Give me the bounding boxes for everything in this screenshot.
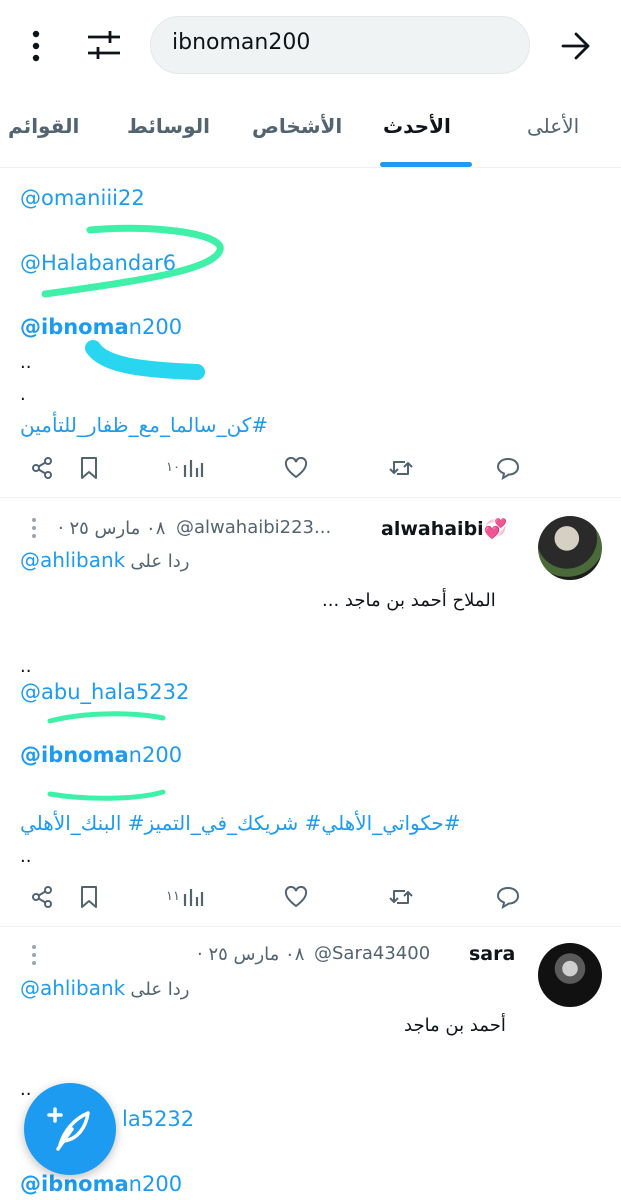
- tweet-separator: [0, 926, 621, 927]
- like-heart-icon[interactable]: [284, 886, 308, 908]
- tweet-dots: ..: [20, 656, 32, 677]
- mention-ibnoman200[interactable]: @ibnoman200: [20, 1172, 182, 1196]
- views-chart-icon[interactable]: [182, 886, 204, 908]
- tweet-dots: ..: [20, 1079, 32, 1100]
- retweet-icon[interactable]: [388, 886, 414, 908]
- display-name[interactable]: alwahaibi💞: [381, 517, 507, 540]
- user-handle[interactable]: @alwahaibi223...: [176, 517, 331, 538]
- tweet-date[interactable]: ٠٨ مارس ٢٥ ·: [197, 944, 304, 965]
- tabs-divider: [0, 167, 621, 168]
- tweet-text: أحمد بن ماجد: [404, 1015, 506, 1036]
- green-scribble-mark: [41, 224, 224, 298]
- user-handle[interactable]: @Sara43400: [314, 943, 430, 964]
- mention-rest-part: n200: [128, 1172, 183, 1196]
- mention-rest-part: n200: [128, 743, 183, 767]
- mention-partially-hidden[interactable]: la5232: [122, 1107, 194, 1131]
- bookmark-icon[interactable]: [79, 885, 99, 909]
- tweet-dot: .: [20, 384, 26, 405]
- tweet-date[interactable]: ٠٨ مارس ٢٥ ·: [58, 518, 165, 539]
- mention-rest-part: n200: [128, 315, 183, 339]
- more-vertical-icon[interactable]: [30, 517, 38, 539]
- reply-to-link[interactable]: @ahlibank: [20, 548, 125, 572]
- reply-context: @ahlibank ردا على: [20, 976, 190, 1000]
- mention-omaniii22[interactable]: @omaniii22: [20, 186, 145, 210]
- tab-top[interactable]: الأعلى: [527, 114, 579, 138]
- reply-to-link[interactable]: @ahlibank: [20, 976, 125, 1000]
- heart-emoji: 💞: [483, 518, 508, 540]
- mention-bold-part: @ibnoma: [20, 743, 129, 767]
- tweet-text: الملاح أحمد بن ماجد ...: [322, 590, 496, 611]
- arrow-right-icon[interactable]: [560, 31, 592, 61]
- hashtag-link[interactable]: #كن_سالما_مع_ظفار_للتأمين: [20, 413, 268, 437]
- reply-prefix: ردا على: [130, 551, 190, 572]
- hashtags-link[interactable]: #حكواتي_الأهلي# شريكك_في_التميز# البنك_ا…: [20, 811, 461, 835]
- more-vertical-icon[interactable]: [30, 944, 38, 966]
- green-underline-mark: [47, 789, 166, 801]
- more-options-icon[interactable]: [22, 28, 50, 64]
- green-underline-mark: [47, 711, 166, 724]
- share-icon[interactable]: [31, 886, 53, 908]
- mention-bold-part: @ibnoma: [20, 1172, 129, 1196]
- mention-abu-hala5232[interactable]: @abu_hala5232: [20, 680, 189, 704]
- tab-media[interactable]: الوسائط: [127, 114, 210, 138]
- retweet-icon[interactable]: [388, 457, 414, 479]
- view-count: ١١: [166, 889, 180, 904]
- cyan-scribble-mark: [85, 340, 205, 380]
- filter-sliders-icon[interactable]: [86, 29, 122, 61]
- bookmark-icon[interactable]: [79, 456, 99, 480]
- views-chart-icon[interactable]: [182, 457, 204, 479]
- reply-bubble-icon[interactable]: [496, 456, 520, 480]
- tab-latest[interactable]: الأحدث: [383, 114, 451, 138]
- compose-tweet-button[interactable]: [24, 1083, 116, 1175]
- view-count: ١٠: [166, 460, 180, 475]
- mention-ibnoman200[interactable]: @ibnoman200: [20, 315, 182, 339]
- mention-ibnoman200[interactable]: @ibnoman200: [20, 743, 182, 767]
- tweet-separator: [0, 497, 621, 498]
- compose-feather-plus-icon: [47, 1107, 90, 1151]
- avatar[interactable]: [538, 943, 602, 1007]
- like-heart-icon[interactable]: [284, 457, 308, 479]
- share-icon[interactable]: [31, 457, 53, 479]
- reply-context: @ahlibank ردا على: [20, 548, 190, 572]
- tweet-dots: ..: [20, 352, 32, 373]
- reply-bubble-icon[interactable]: [496, 885, 520, 909]
- display-name[interactable]: sara: [469, 943, 515, 965]
- tweet-dots: ..: [20, 846, 32, 867]
- tab-people[interactable]: الأشخاص: [252, 114, 342, 138]
- search-query-text: ibnoman200: [172, 30, 311, 55]
- mention-bold-part: @ibnoma: [20, 315, 129, 339]
- display-name-text: alwahaibi: [381, 518, 484, 540]
- tab-lists[interactable]: القوائم: [8, 114, 79, 138]
- reply-prefix: ردا على: [130, 979, 190, 1000]
- avatar[interactable]: [538, 516, 602, 580]
